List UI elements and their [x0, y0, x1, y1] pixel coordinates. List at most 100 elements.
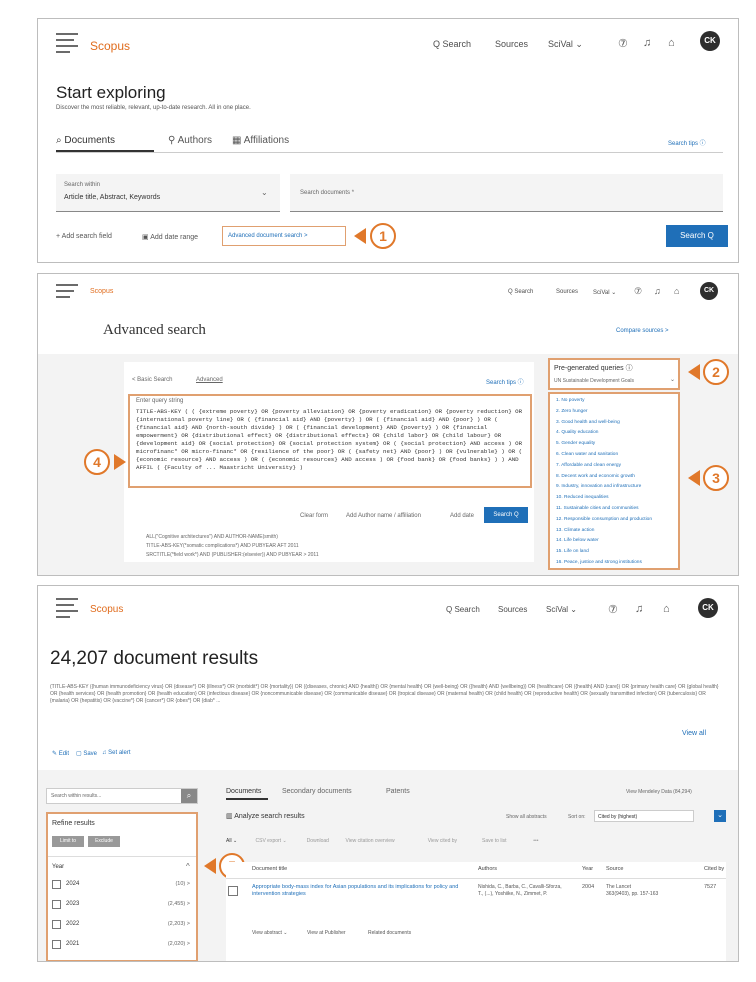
tab-secondary-documents[interactable]: Secondary documents [282, 788, 352, 795]
sdg-list-item[interactable]: 14. Life below water [556, 538, 599, 543]
bell-icon[interactable]: ♫ [643, 37, 651, 49]
year-checkbox[interactable] [52, 900, 61, 909]
year-checkbox[interactable] [52, 940, 61, 949]
toolbar-item[interactable]: ••• [533, 838, 538, 844]
advanced-search-button[interactable]: Search Q [484, 507, 528, 523]
analyze-results-link[interactable]: ▥ Analyze search results [226, 812, 305, 820]
save-link[interactable]: ▢ Save [76, 750, 97, 757]
compare-sources-link[interactable]: Compare sources > [616, 328, 669, 334]
view-all-link[interactable]: View all [682, 730, 706, 737]
year-checkbox[interactable] [52, 920, 61, 929]
search-within-select[interactable]: Search within Article title, Abstract, K… [56, 174, 280, 212]
toolbar-item[interactable]: Save to list [482, 838, 506, 844]
toolbar-item[interactable]: View cited by [428, 838, 457, 844]
row-checkbox[interactable] [228, 886, 238, 896]
show-all-abstracts[interactable]: Show all abstracts [506, 814, 547, 820]
pregenerated-queries-dropdown[interactable]: Pre-generated queries ⓘ UN Sustainable D… [548, 358, 680, 390]
nav-search[interactable]: Q Search [508, 289, 533, 295]
column-header[interactable]: Year [582, 866, 593, 872]
brand-name[interactable]: Scopus [90, 288, 113, 295]
nav-search[interactable]: Q Search [446, 605, 480, 614]
search-tips-link[interactable]: Search tips ⓘ [668, 138, 706, 147]
row-action-link[interactable]: View at Publisher [307, 930, 346, 936]
sdg-list-item[interactable]: 9. Industry, innovation and infrastructu… [556, 484, 641, 489]
sdg-list-item[interactable]: 2. Zero hunger [556, 409, 587, 414]
advanced-search-link[interactable]: Advanced document search > [228, 233, 308, 239]
sdg-list-item[interactable]: 16. Peace, justice and strong institutio… [556, 560, 642, 565]
sdg-list-item[interactable]: 5. Gender equality [556, 441, 595, 446]
avatar[interactable]: CK [700, 31, 720, 51]
avatar[interactable]: CK [698, 598, 718, 618]
nav-sources[interactable]: Sources [498, 605, 527, 614]
edit-link[interactable]: ✎ Edit [52, 750, 69, 757]
sdg-list-item[interactable]: 6. Clean water and sanitation [556, 452, 618, 457]
search-icon[interactable]: ⌕ [181, 789, 197, 803]
add-author-link[interactable]: Add Author name / affiliation [346, 513, 421, 519]
sort-select[interactable]: Cited by (highest) [594, 810, 694, 822]
tab-documents[interactable]: ⌕ Documents [56, 135, 115, 146]
sdg-list-item[interactable]: 8. Decent work and economic growth [556, 474, 635, 479]
sdg-list-item[interactable]: 3. Good health and well-being [556, 420, 620, 425]
avatar[interactable]: CK [700, 282, 718, 300]
institution-icon[interactable]: ⌂ [668, 37, 675, 49]
column-header[interactable]: Document title [252, 866, 287, 872]
exclude-button[interactable]: Exclude [88, 836, 120, 847]
bell-icon[interactable]: ♫ [654, 286, 661, 296]
tab-affiliations[interactable]: ▦ Affiliations [232, 135, 289, 146]
document-authors[interactable]: Nishida, C., Barba, C., Cavalli-Sforza, … [478, 884, 566, 898]
column-header[interactable]: Source [606, 866, 623, 872]
toolbar-item[interactable]: View citation overview [346, 838, 395, 844]
set-alert-link[interactable]: ♫ Set alert [102, 750, 131, 756]
help-icon[interactable]: ⑦ [608, 603, 618, 616]
sort-dropdown-icon[interactable]: ⌄ [714, 810, 726, 822]
help-icon[interactable]: ⑦ [634, 286, 642, 297]
document-title-link[interactable]: Appropriate body-mass index for Asian po… [252, 884, 462, 898]
sdg-list-item[interactable]: 12. Responsible consumption and producti… [556, 517, 652, 522]
nav-sources[interactable]: Sources [556, 289, 578, 295]
sdg-list-item[interactable]: 4. Quality education [556, 430, 598, 435]
nav-sources[interactable]: Sources [495, 39, 528, 49]
sdg-list-item[interactable]: 15. Life on land [556, 549, 589, 554]
column-header[interactable]: Cited by [704, 866, 724, 872]
institution-icon[interactable]: ⌂ [663, 603, 670, 615]
add-date-link[interactable]: Add date [450, 513, 474, 519]
tab-documents[interactable]: Documents [226, 788, 261, 795]
year-checkbox[interactable] [52, 880, 61, 889]
chevron-up-icon[interactable]: ^ [186, 862, 190, 871]
sdg-list-item[interactable]: 7. Affordable and clean energy [556, 463, 621, 468]
elsevier-logo[interactable] [56, 598, 78, 620]
document-source[interactable]: The Lancet 363(9403), pp. 157-163 [606, 884, 686, 898]
column-header[interactable]: Authors [478, 866, 497, 872]
elsevier-logo[interactable] [56, 33, 78, 55]
basic-search-link[interactable]: < Basic Search [132, 377, 173, 383]
search-tips-link[interactable]: Search tips ⓘ [486, 377, 524, 386]
toolbar-item[interactable]: Download [307, 838, 329, 844]
sdg-list-item[interactable]: 11. Sustainable cities and communities [556, 506, 639, 511]
row-action-link[interactable]: View abstract ⌄ [252, 930, 288, 936]
limit-to-button[interactable]: Limit to [52, 836, 84, 847]
add-search-field-button[interactable]: + Add search field [56, 233, 112, 240]
search-button[interactable]: Search Q [666, 225, 728, 247]
add-date-range-button[interactable]: ▣ Add date range [142, 233, 198, 241]
nav-user-menu[interactable]: SciVal ⌄ [548, 39, 583, 50]
query-input[interactable]: TITLE-ABS-KEY ( ( {extreme poverty} OR {… [136, 408, 524, 484]
toolbar-item[interactable]: CSV export ⌄ [256, 838, 287, 844]
sdg-list-item[interactable]: 13. Climate action [556, 528, 594, 533]
view-mendeley-link[interactable]: View Mendeley Data (84,294) [626, 789, 692, 795]
advanced-mode-tab[interactable]: Advanced [196, 377, 223, 383]
tab-patents[interactable]: Patents [386, 788, 410, 795]
toolbar-item[interactable]: All ⌄ [226, 838, 237, 844]
tab-authors[interactable]: ⚲ Authors [168, 135, 212, 146]
nav-user-menu[interactable]: SciVal ⌄ [546, 605, 577, 614]
search-documents-input[interactable]: Search documents * [290, 174, 723, 212]
document-cited-by[interactable]: 7527 [704, 884, 716, 890]
brand-name[interactable]: Scopus [90, 604, 123, 615]
row-action-link[interactable]: Related documents [368, 930, 411, 936]
elsevier-logo[interactable] [56, 284, 78, 306]
sdg-list-item[interactable]: 1. No poverty [556, 398, 585, 403]
brand-name[interactable]: Scopus [90, 39, 130, 53]
bell-icon[interactable]: ♫ [635, 603, 643, 615]
clear-form-link[interactable]: Clear form [300, 513, 328, 519]
help-icon[interactable]: ⑦ [618, 37, 628, 50]
nav-user-menu[interactable]: SciVal ⌄ [593, 289, 616, 296]
